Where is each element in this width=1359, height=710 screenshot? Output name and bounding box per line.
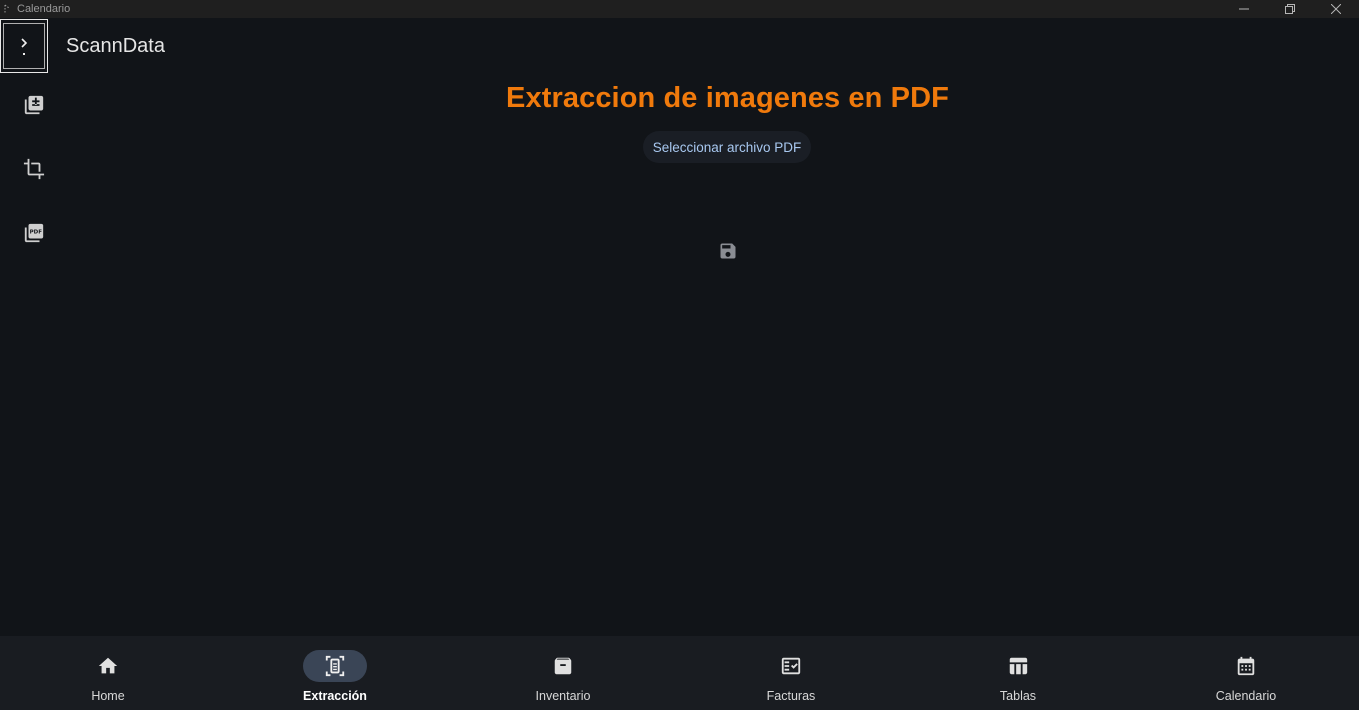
home-icon bbox=[98, 657, 118, 674]
nav-item-home[interactable]: Home bbox=[53, 636, 163, 710]
nav-item-calendario[interactable]: Calendario bbox=[1191, 636, 1301, 710]
save-button[interactable] bbox=[716, 239, 740, 263]
focus-dot bbox=[23, 53, 25, 55]
inventory-icon bbox=[554, 657, 572, 675]
nav-item-extraccion[interactable]: Extracción bbox=[280, 636, 390, 710]
document-scanner-icon bbox=[325, 655, 345, 677]
table-icon bbox=[1009, 657, 1028, 675]
window-controls bbox=[1221, 0, 1359, 18]
save-icon bbox=[720, 243, 736, 259]
chevron-right-icon bbox=[21, 38, 28, 48]
nav-label: Calendario bbox=[1215, 689, 1277, 703]
nav-label: Facturas bbox=[766, 689, 816, 703]
picture-as-pdf-icon: PDF bbox=[24, 223, 44, 243]
navigation-rail-toggle[interactable] bbox=[0, 19, 48, 73]
app-window-icon bbox=[3, 3, 13, 15]
svg-text:PDF: PDF bbox=[30, 229, 43, 235]
rail-item-crop[interactable] bbox=[22, 157, 46, 181]
nav-label: Extracción bbox=[303, 689, 367, 703]
nav-item-facturas[interactable]: Facturas bbox=[736, 636, 846, 710]
app-window: Calendario ScannData PDF Extraccion de i… bbox=[0, 0, 1359, 710]
app-title: ScannData bbox=[66, 35, 165, 57]
close-button[interactable] bbox=[1313, 0, 1359, 18]
fact-check-icon bbox=[781, 657, 801, 675]
nav-label: Home bbox=[91, 689, 125, 703]
nav-label: Tablas bbox=[999, 689, 1037, 703]
nav-item-inventario[interactable]: Inventario bbox=[508, 636, 618, 710]
minimize-icon bbox=[1239, 8, 1249, 10]
page-title: Extraccion de imagenes en PDF bbox=[506, 82, 949, 114]
restore-icon bbox=[1285, 4, 1295, 14]
window-titlebar: Calendario bbox=[0, 0, 1359, 18]
rail-item-pdf[interactable]: PDF bbox=[22, 221, 46, 245]
window-title: Calendario bbox=[17, 3, 71, 15]
restore-button[interactable] bbox=[1267, 0, 1313, 18]
crop-icon bbox=[23, 158, 45, 180]
minimize-button[interactable] bbox=[1221, 0, 1267, 18]
bottom-navigation-bar: Home Extracción Inventario Facturas Tabl… bbox=[0, 636, 1359, 710]
select-pdf-button[interactable]: Seleccionar archivo PDF bbox=[643, 131, 811, 163]
close-icon bbox=[1331, 4, 1341, 14]
calendar-icon bbox=[1237, 656, 1255, 676]
nav-label: Inventario bbox=[535, 689, 591, 703]
nav-item-tablas[interactable]: Tablas bbox=[963, 636, 1073, 710]
